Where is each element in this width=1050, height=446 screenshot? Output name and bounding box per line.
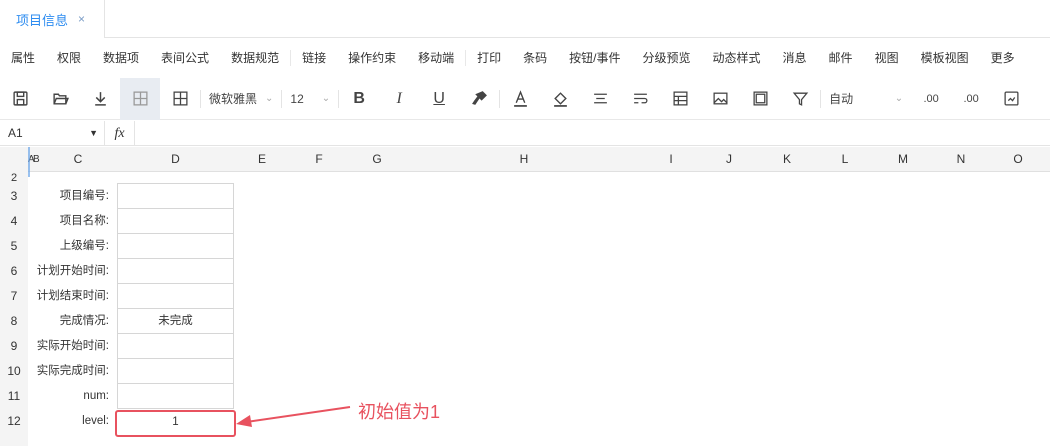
annotation-text: 初始值为1 [358,402,441,422]
annotation-arrow [236,406,351,427]
